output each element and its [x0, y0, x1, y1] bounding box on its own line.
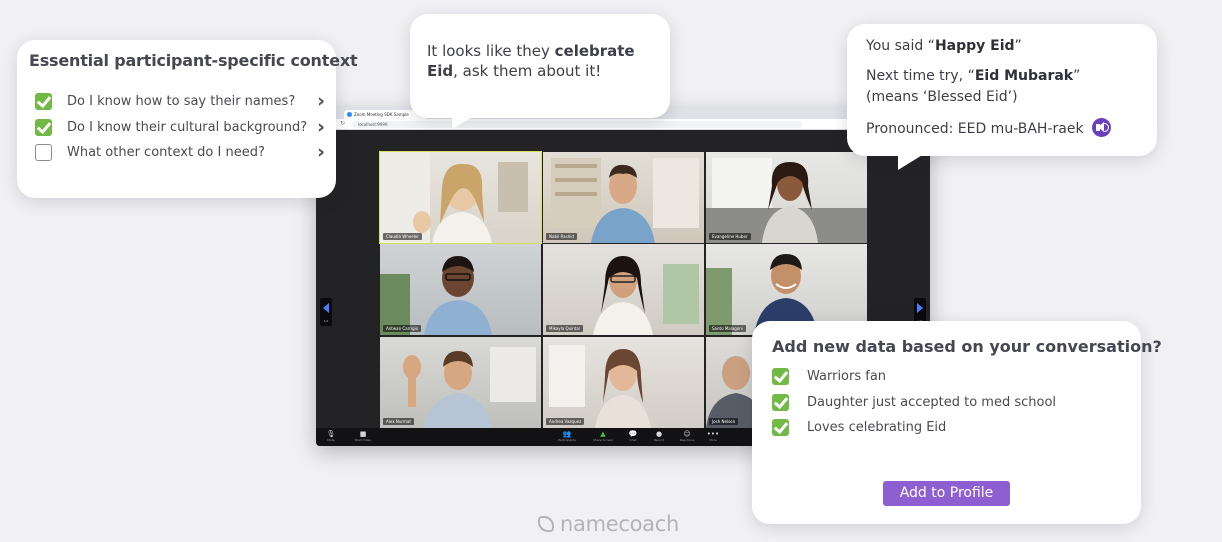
- video-tile[interactable]: Evangeline Huber: [706, 152, 867, 243]
- more-icon: •••: [706, 430, 720, 438]
- checkbox-empty-icon[interactable]: [35, 144, 52, 161]
- participant-name: Antwan Carrigio: [383, 325, 422, 332]
- checklist-item-label: Warriors fan: [807, 369, 887, 384]
- participant-video: [403, 347, 536, 428]
- zoom-favicon-icon: [347, 112, 352, 117]
- reactions-button[interactable]: ☺ Reactions: [676, 430, 698, 442]
- said-line: You said “Happy Eid”: [866, 38, 1022, 54]
- mute-button[interactable]: 🎙 Mute: [320, 430, 342, 442]
- chat-button[interactable]: 💬 Chat: [622, 430, 644, 442]
- bubble-tail: [898, 154, 924, 170]
- camera-icon: ■: [359, 430, 367, 438]
- participant-name: Mikayla Quintal: [546, 325, 583, 332]
- address-bar: ← → ↻ localhost:9999 ☆ ⋮: [316, 119, 930, 130]
- checklist-item[interactable]: Daughter just accepted to med school: [772, 394, 1092, 414]
- checkbox-checked-icon[interactable]: [772, 394, 789, 411]
- checkbox-checked-icon[interactable]: [772, 419, 789, 436]
- checklist-item[interactable]: Do I know their cultural background? ›: [35, 116, 325, 139]
- browser-tab-title: Zoom Meeting SDK Sample: [354, 112, 409, 117]
- card-title: Add new data based on your conversation?: [772, 337, 1162, 356]
- page-indicator: 1/2: [323, 319, 329, 323]
- video-tile[interactable]: Nabil Rashid: [543, 152, 704, 243]
- checklist-item[interactable]: Loves celebrating Eid: [772, 419, 1092, 439]
- logo-text: namecoach: [560, 512, 679, 536]
- checklist-item-label: What other context do I need?: [67, 145, 265, 160]
- participant-name: Claudia Wheeler: [383, 233, 422, 240]
- namecoach-logo: namecoach: [538, 512, 738, 538]
- speaker-icon[interactable]: [1091, 118, 1111, 137]
- video-tile[interactable]: Andrea Vazquez: [543, 337, 704, 428]
- prev-page-button[interactable]: 1/2: [320, 298, 332, 326]
- checklist-item[interactable]: What other context do I need? ›: [35, 141, 325, 164]
- video-tile[interactable]: Claudia Wheeler: [379, 151, 542, 244]
- checklist-item-label: Do I know how to say their names?: [67, 94, 296, 109]
- chevron-right-icon[interactable]: ›: [317, 116, 325, 138]
- checklist-item[interactable]: Warriors fan: [772, 368, 1092, 388]
- suggestion-bubble: It looks like they celebrate Eid, ask th…: [410, 14, 670, 118]
- smiley-icon: ☺: [683, 430, 691, 438]
- participant-video: [593, 256, 699, 335]
- video-tile[interactable]: Mikayla Quintal: [543, 244, 704, 335]
- participant-name: Alex Nurmat: [383, 418, 414, 425]
- add-data-card: Add new data based on your conversation?…: [752, 321, 1162, 524]
- url-field[interactable]: localhost:9999: [352, 121, 802, 128]
- participant-name: Nabil Rashid: [546, 233, 577, 240]
- microphone-icon: 🎙: [326, 430, 336, 438]
- more-button[interactable]: ••• More: [702, 430, 724, 442]
- participant-context-card: Essential participant-specific context D…: [17, 40, 358, 198]
- start-video-button[interactable]: ■ Start Video: [352, 430, 374, 442]
- meaning-line: (means ‘Blessed Eid’): [866, 89, 1018, 105]
- suggestion-line: Next time try, “Eid Mubarak”: [866, 68, 1081, 84]
- participant-name: Andrea Vazquez: [546, 418, 585, 425]
- participant-name: Josh Nelson: [709, 418, 739, 425]
- card-title: Essential participant-specific context: [29, 51, 358, 70]
- arrow-right-icon: [917, 303, 923, 313]
- video-tile[interactable]: Antwan Carrigio: [380, 244, 541, 335]
- sound-wave-icon: [1103, 123, 1109, 132]
- participant-name: Santo Malagoni: [709, 325, 746, 332]
- checkbox-checked-icon[interactable]: [35, 93, 52, 110]
- participants-icon: 👥: [562, 430, 572, 438]
- participant-video: [380, 256, 492, 335]
- bubble-tail: [452, 115, 476, 129]
- record-button[interactable]: ● Record: [648, 430, 670, 442]
- namecoach-logo-icon: [538, 516, 554, 532]
- arrow-left-icon: [323, 303, 329, 313]
- share-screen-icon: ▲: [600, 430, 606, 438]
- checklist-item-label: Do I know their cultural background?: [67, 120, 308, 135]
- video-tile[interactable]: Alex Nurmat: [380, 337, 541, 428]
- participant-video: [551, 158, 699, 243]
- checklist-item-label: Loves celebrating Eid: [807, 420, 947, 435]
- pronunciation-line: Pronounced: EED mu-BAH-raek: [866, 118, 1111, 139]
- participants-button[interactable]: 👥 Participants: [556, 430, 578, 442]
- record-icon: ●: [655, 430, 663, 438]
- checklist-item-label: Daughter just accepted to med school: [807, 395, 1057, 410]
- checkbox-checked-icon[interactable]: [772, 368, 789, 385]
- chevron-right-icon[interactable]: ›: [317, 90, 325, 112]
- chat-icon: 💬: [628, 430, 638, 438]
- participant-name: Evangeline Huber: [709, 233, 751, 240]
- reload-icon[interactable]: ↻: [340, 120, 345, 127]
- participant-video: [549, 345, 651, 428]
- participant-video: [380, 152, 528, 243]
- checklist-item[interactable]: Do I know how to say their names? ›: [35, 90, 325, 113]
- pronunciation-bubble: You said “Happy Eid” Next time try, “Eid…: [847, 24, 1157, 156]
- share-screen-button[interactable]: ▲ Share Screen: [592, 430, 614, 442]
- chevron-right-icon[interactable]: ›: [317, 141, 325, 163]
- add-to-profile-button[interactable]: Add to Profile: [883, 481, 1010, 506]
- suggestion-text: It looks like they celebrate Eid, ask th…: [427, 42, 635, 80]
- participant-video: [706, 158, 867, 243]
- checkbox-checked-icon[interactable]: [35, 119, 52, 136]
